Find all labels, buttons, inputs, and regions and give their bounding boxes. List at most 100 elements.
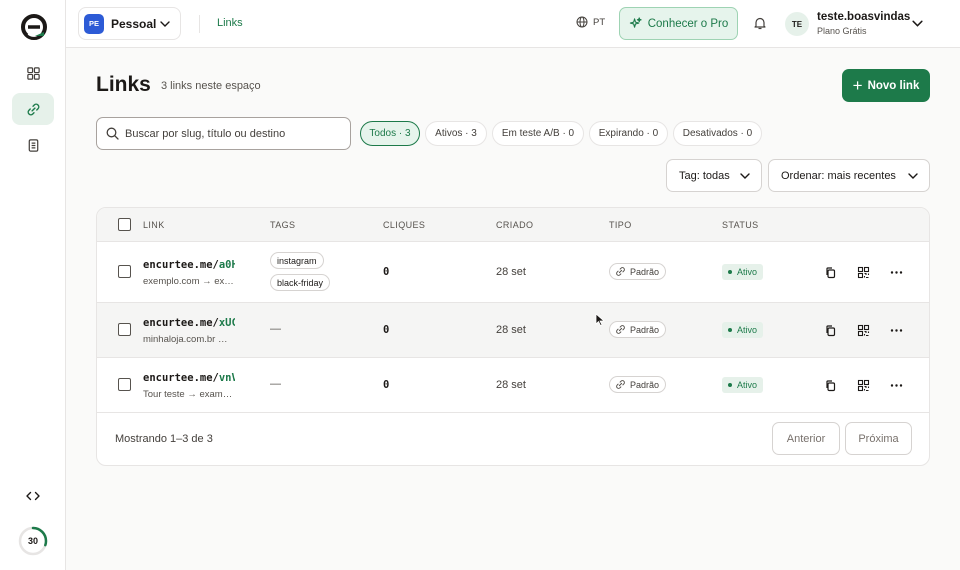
next-page-button[interactable]: Próxima [845, 422, 912, 455]
grid-icon [26, 66, 40, 80]
chevron-down-icon [740, 173, 750, 179]
link-slug[interactable]: encurtee.me/xUC [143, 317, 235, 329]
sparkle-icon [629, 17, 642, 28]
sidebar-item-documents[interactable] [12, 129, 54, 161]
column-header-clicks: CLIQUES [383, 220, 426, 230]
divider [199, 15, 200, 33]
column-header-link: LINK [143, 220, 165, 230]
new-link-button[interactable]: + Novo link [842, 69, 930, 102]
more-horizontal-icon [890, 383, 902, 387]
table-row[interactable]: encurtee.me/a0H exemplo.com → ex… instag… [97, 242, 929, 303]
filter-chip-expiring[interactable]: Expirando · 0 [589, 121, 668, 146]
copy-button[interactable] [823, 265, 837, 279]
previous-page-button[interactable]: Anterior [772, 422, 840, 455]
tag-badge[interactable]: instagram [270, 252, 324, 269]
table-row[interactable]: encurtee.me/xUC minhaloja.com.br … — 0 2… [97, 303, 929, 358]
link-slug[interactable]: encurtee.me/a0H [143, 259, 235, 271]
qr-code-button[interactable] [856, 323, 870, 337]
copy-button[interactable] [823, 378, 837, 392]
qr-code-icon [857, 324, 869, 336]
workspace-badge: PE [84, 13, 104, 34]
bell-icon[interactable] [753, 16, 767, 30]
search-box [96, 117, 351, 150]
sidebar-item-dashboard[interactable] [12, 57, 54, 89]
tag-badge[interactable]: black-friday [270, 274, 331, 291]
search-input[interactable] [125, 127, 345, 140]
select-all-checkbox[interactable] [118, 218, 131, 231]
pagination-summary: Mostrando 1–3 de 3 [115, 433, 213, 445]
upgrade-pro-button[interactable]: Conhecer o Pro [619, 7, 738, 40]
type-badge: Padrão [609, 263, 667, 280]
slug-domain: encurtee.me/ [143, 317, 219, 329]
copy-icon [825, 266, 835, 278]
sidebar-item-links[interactable] [12, 93, 54, 125]
links-table: LINK TAGS CLIQUES CRIADO TIPO STATUS enc… [96, 207, 930, 466]
more-options-button[interactable] [889, 378, 903, 392]
link-slug[interactable]: encurtee.me/vnV [143, 372, 235, 384]
slug-code: vnV [218, 372, 235, 384]
document-icon [28, 138, 38, 152]
slug-domain: encurtee.me/ [143, 372, 219, 384]
row-checkbox[interactable] [118, 323, 131, 336]
filter-chip-active[interactable]: Ativos · 3 [425, 121, 487, 146]
tag-filter-dropdown[interactable]: Tag: todas [666, 159, 762, 192]
copy-icon [825, 324, 835, 336]
click-count: 0 [383, 266, 390, 278]
page-subtitle: 3 links neste espaço [161, 80, 261, 92]
qr-code-icon [857, 379, 869, 391]
language-label: PT [593, 16, 606, 28]
avatar[interactable]: TE [785, 12, 809, 36]
click-count: 0 [383, 379, 390, 391]
column-header-created: CRIADO [496, 220, 534, 230]
filter-chip-disabled[interactable]: Desativados · 0 [673, 121, 762, 146]
status-dot [728, 270, 732, 274]
new-link-label: Novo link [867, 79, 920, 92]
row-checkbox[interactable] [118, 378, 131, 391]
empty-tags: — [270, 378, 281, 390]
table-header: LINK TAGS CLIQUES CRIADO TIPO STATUS [97, 208, 929, 242]
created-date: 28 set [496, 324, 526, 336]
sort-dropdown[interactable]: Ordenar: mais recentes [768, 159, 930, 192]
chevron-down-icon[interactable] [911, 17, 924, 30]
sidebar: 30 [0, 0, 66, 570]
type-label: Padrão [630, 266, 660, 277]
more-horizontal-icon [890, 328, 902, 332]
qr-code-button[interactable] [856, 265, 870, 279]
status-label: Ativo [737, 380, 758, 390]
workspace-selector[interactable]: PE Pessoal [78, 7, 181, 40]
status-label: Ativo [737, 267, 758, 277]
status-badge: Ativo [722, 322, 764, 338]
breadcrumb[interactable]: Links [217, 17, 243, 29]
filter-chip-ab-test[interactable]: Em teste A/B · 0 [492, 121, 584, 146]
row-checkbox[interactable] [118, 265, 131, 278]
globe-icon [576, 16, 588, 28]
slug-code: a0H [218, 259, 235, 271]
link-icon [616, 267, 625, 276]
filter-chip-all[interactable]: Todos · 3 [360, 121, 420, 146]
column-header-tags: TAGS [270, 220, 296, 230]
topbar: PE Pessoal Links PT Conhecer o Pro TE te… [66, 0, 960, 48]
more-options-button[interactable] [889, 323, 903, 337]
status-dot [728, 328, 732, 332]
table-row[interactable]: encurtee.me/vnV Tour teste → exam… — 0 2… [97, 358, 929, 413]
status-badge: Ativo [722, 377, 764, 393]
link-destination: minhaloja.com.br … [143, 334, 228, 345]
code-icon [26, 491, 40, 501]
created-date: 28 set [496, 379, 526, 391]
link-destination: exemplo.com → ex… [143, 276, 234, 287]
status-dot [728, 383, 732, 387]
column-header-status: STATUS [722, 220, 759, 230]
upgrade-pro-label: Conhecer o Pro [647, 17, 729, 30]
language-selector[interactable]: PT [576, 16, 605, 28]
chevron-down-icon [160, 21, 170, 27]
user-name[interactable]: teste.boasvindas [817, 11, 910, 23]
qr-code-button[interactable] [856, 378, 870, 392]
more-options-button[interactable] [889, 265, 903, 279]
app-logo[interactable] [21, 14, 47, 40]
click-count: 0 [383, 324, 390, 336]
sidebar-item-developer[interactable] [23, 487, 43, 505]
workspace-name: Pessoal [111, 16, 157, 31]
more-horizontal-icon [890, 270, 902, 274]
search-icon [106, 127, 119, 140]
copy-button[interactable] [823, 323, 837, 337]
